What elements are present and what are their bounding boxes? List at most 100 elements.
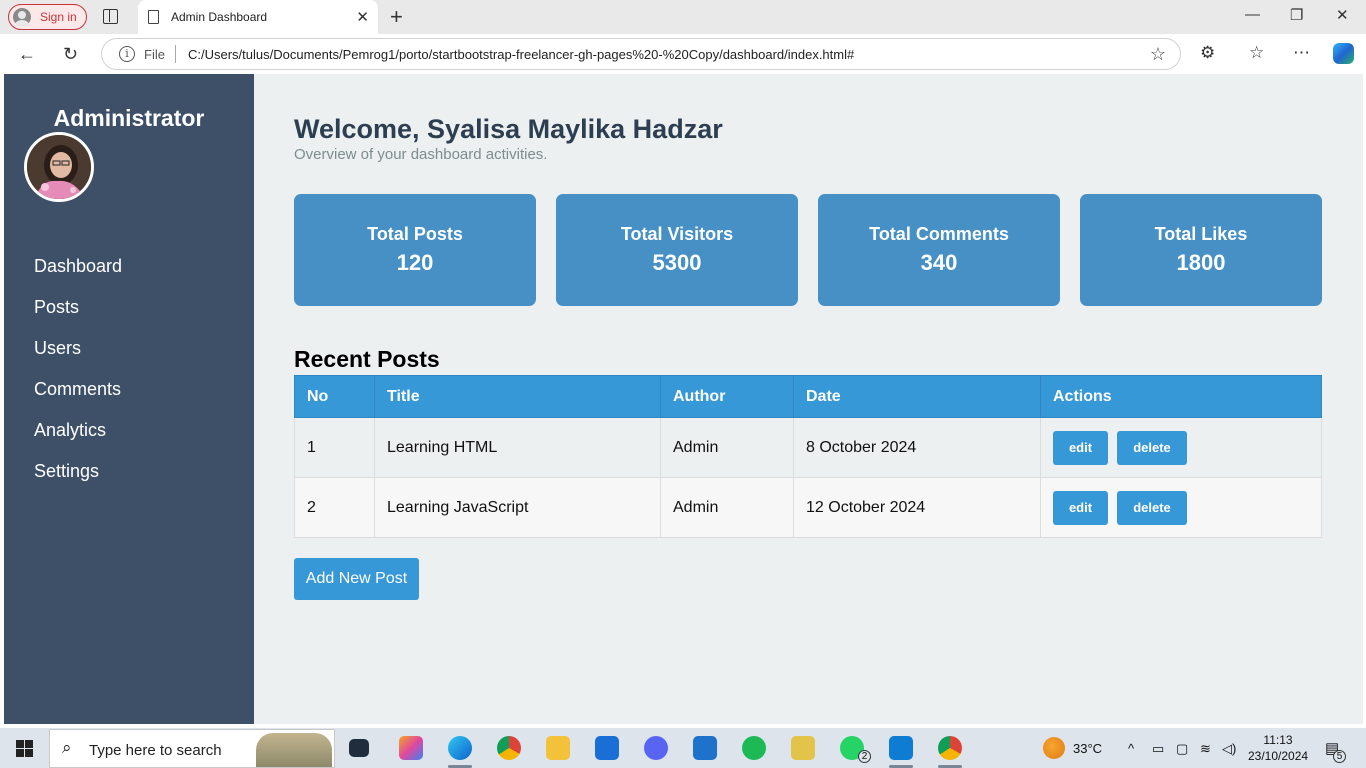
file-label: File <box>144 47 165 62</box>
stat-card-likes: Total Likes 1800 <box>1080 194 1322 306</box>
stat-value: 120 <box>396 250 434 275</box>
cell-title: Learning HTML <box>374 417 661 478</box>
stat-card-visitors: Total Visitors 5300 <box>556 194 798 306</box>
favorites-icon[interactable]: ☆ <box>1249 43 1264 63</box>
search-highlight-icon <box>256 733 332 767</box>
system-clock[interactable]: 11:13 23/10/2024 <box>1248 732 1308 764</box>
column-header-no: No <box>294 375 375 418</box>
divider <box>175 45 176 63</box>
minimize-icon[interactable]: — <box>1245 6 1260 23</box>
cell-author: Admin <box>660 417 794 478</box>
cell-no: 2 <box>294 477 375 538</box>
chrome-profile-icon[interactable] <box>938 736 962 760</box>
tab-actions-icon[interactable] <box>103 9 118 24</box>
copilot-taskbar-icon[interactable] <box>399 736 423 760</box>
info-icon[interactable]: i <box>119 46 135 62</box>
stat-label: Total Visitors <box>620 224 734 244</box>
restore-icon[interactable]: ❐ <box>1290 6 1303 24</box>
cell-actions: edit delete <box>1040 477 1322 538</box>
chrome-icon[interactable] <box>497 736 521 760</box>
address-bar[interactable]: i File C:/Users/tulus/Documents/Pemrog1/… <box>101 38 1181 70</box>
sidebar-item-comments[interactable]: Comments <box>34 377 122 418</box>
recent-posts-title: Recent Posts <box>294 346 440 372</box>
sidebar-item-dashboard[interactable]: Dashboard <box>34 254 122 295</box>
table-header-row: No Title Author Date Actions <box>294 375 1322 418</box>
cell-date: 12 October 2024 <box>793 477 1041 538</box>
edit-button[interactable]: edit <box>1053 430 1108 465</box>
sidebar-menu: Dashboard Posts Users Comments Analytics… <box>34 254 122 500</box>
file-explorer-icon[interactable] <box>546 736 570 760</box>
new-tab-icon[interactable]: + <box>390 4 403 30</box>
snipping-tool-icon[interactable] <box>791 736 815 760</box>
column-header-title: Title <box>374 375 661 418</box>
delete-button[interactable]: delete <box>1117 490 1187 525</box>
tab-title: Admin Dashboard <box>171 10 268 24</box>
close-window-icon[interactable]: ✕ <box>1336 6 1349 24</box>
more-menu-icon[interactable]: ⋯ <box>1293 43 1310 63</box>
discord-icon[interactable] <box>644 736 668 760</box>
stat-value: 340 <box>920 250 958 275</box>
sidebar: Administrator Dashboard Posts Users Comm… <box>4 74 254 724</box>
stat-card-posts: Total Posts 120 <box>294 194 536 306</box>
sign-in-button[interactable]: Sign in <box>8 4 87 30</box>
browser-tab-bar: Sign in Admin Dashboard ✕ + — ❐ ✕ <box>0 0 1366 34</box>
meet-icon[interactable]: ▢ <box>1176 741 1188 757</box>
stats-cards: Total Posts 120 Total Visitors 5300 Tota… <box>294 194 1324 306</box>
copilot-icon[interactable] <box>1333 43 1354 64</box>
sidebar-item-analytics[interactable]: Analytics <box>34 418 122 459</box>
edge-icon[interactable] <box>448 736 472 760</box>
refresh-icon[interactable]: ↻ <box>63 44 78 65</box>
notification-count: 5 <box>1333 750 1346 763</box>
vscode-icon[interactable] <box>889 736 913 760</box>
page-subtitle: Overview of your dashboard activities. <box>294 146 548 163</box>
column-header-author: Author <box>660 375 794 418</box>
page-icon <box>148 10 159 24</box>
favorite-star-icon[interactable]: ☆ <box>1150 44 1166 65</box>
edit-button[interactable]: edit <box>1053 490 1108 525</box>
sidebar-title: Administrator <box>53 105 205 131</box>
stat-label: Total Posts <box>367 224 463 244</box>
back-icon[interactable]: ← <box>18 44 36 65</box>
table-row: 1 Learning HTML Admin 8 October 2024 edi… <box>294 417 1322 478</box>
stat-card-comments: Total Comments 340 <box>818 194 1060 306</box>
cell-date: 8 October 2024 <box>793 417 1041 478</box>
url-text[interactable]: C:/Users/tulus/Documents/Pemrog1/porto/s… <box>188 47 854 62</box>
stat-value: 1800 <box>1176 250 1226 275</box>
address-toolbar: ← ↻ i File C:/Users/tulus/Documents/Pemr… <box>0 34 1366 74</box>
clock-time: 11:13 <box>1263 733 1293 747</box>
taskbar-search[interactable]: ⌕ Type here to search <box>49 729 335 768</box>
cell-no: 1 <box>294 417 375 478</box>
avatar-photo <box>27 135 91 199</box>
browser-tab[interactable]: Admin Dashboard ✕ <box>138 0 378 34</box>
sign-in-label: Sign in <box>40 10 77 24</box>
whatsapp-badge: 2 <box>858 750 871 763</box>
sidebar-item-posts[interactable]: Posts <box>34 295 122 336</box>
column-header-date: Date <box>793 375 1041 418</box>
weather-temperature[interactable]: 33°C <box>1073 741 1102 756</box>
battery-icon[interactable]: ▭ <box>1152 741 1164 757</box>
sidebar-item-settings[interactable]: Settings <box>34 459 122 500</box>
close-tab-icon[interactable]: ✕ <box>356 8 369 26</box>
page-title: Welcome, Syalisa Maylika Hadzar <box>294 114 723 144</box>
stat-label: Total Likes <box>1154 224 1248 244</box>
cell-actions: edit delete <box>1040 417 1322 478</box>
store-icon[interactable] <box>595 736 619 760</box>
show-hidden-icons-icon[interactable]: ^ <box>1128 741 1134 756</box>
extensions-icon[interactable]: ⚙ <box>1200 43 1215 63</box>
delete-button[interactable]: delete <box>1117 430 1187 465</box>
add-new-post-button[interactable]: Add New Post <box>294 558 419 600</box>
task-view-icon[interactable] <box>349 739 369 757</box>
spotify-icon[interactable] <box>742 736 766 760</box>
column-header-actions: Actions <box>1040 375 1322 418</box>
stat-value: 5300 <box>652 250 702 275</box>
dashboard-page: Administrator Dashboard Posts Users Comm… <box>4 74 1363 724</box>
windows-start-icon[interactable] <box>16 740 33 757</box>
mail-icon[interactable] <box>693 736 717 760</box>
wifi-icon[interactable]: ≋ <box>1200 741 1211 757</box>
weather-icon[interactable] <box>1043 737 1065 759</box>
cell-title: Learning JavaScript <box>374 477 661 538</box>
sidebar-item-users[interactable]: Users <box>34 336 122 377</box>
cell-author: Admin <box>660 477 794 538</box>
table-row: 2 Learning JavaScript Admin 12 October 2… <box>294 477 1322 538</box>
volume-icon[interactable]: ◁) <box>1222 741 1236 757</box>
